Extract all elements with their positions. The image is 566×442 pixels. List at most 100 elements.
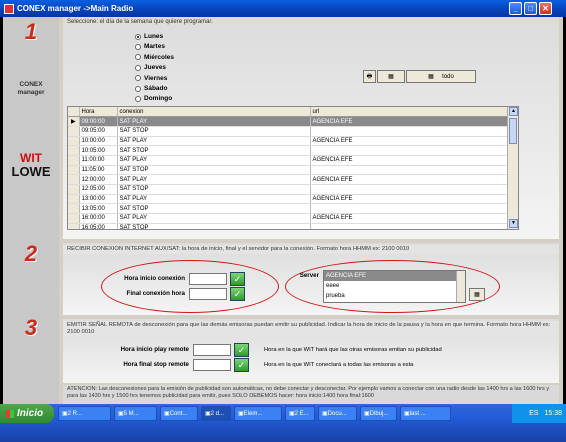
print-button[interactable]: 🖶 bbox=[363, 70, 376, 83]
table-row[interactable]: 12:00:00 SAT PLAY AGENCIA EFE bbox=[68, 174, 508, 185]
cell-conexion[interactable]: SAT PLAY bbox=[117, 116, 311, 127]
cell-hora[interactable]: 16:00:00 bbox=[79, 213, 118, 224]
server-option[interactable]: eeee bbox=[324, 281, 465, 291]
cell-conexion[interactable]: SAT STOP bbox=[117, 165, 311, 176]
cell-conexion[interactable]: SAT STOP bbox=[117, 223, 311, 229]
cell-conexion[interactable]: SAT STOP bbox=[117, 126, 311, 137]
radio-dot-icon bbox=[135, 75, 141, 82]
cell-url[interactable]: AGENCIA EFE bbox=[310, 194, 508, 205]
cell-hora[interactable]: 13:05:00 bbox=[79, 203, 118, 215]
day-radio-4[interactable]: Viernes bbox=[135, 75, 167, 82]
table-row[interactable]: 11:05:00 SAT STOP bbox=[68, 165, 508, 176]
table-row[interactable]: 13:00:00 SAT PLAY AGENCIA EFE bbox=[68, 194, 508, 205]
play-remote-input[interactable] bbox=[193, 344, 231, 356]
taskbar-item[interactable]: ▣ Docu... bbox=[318, 406, 357, 421]
cell-url[interactable] bbox=[310, 165, 508, 176]
table-row[interactable]: 10:05:00 SAT STOP bbox=[68, 145, 508, 156]
confirm-stop-button[interactable]: ✓ bbox=[234, 358, 249, 372]
cell-hora[interactable]: 09:05:00 bbox=[79, 126, 118, 137]
cell-hora[interactable]: 11:00:00 bbox=[79, 155, 118, 166]
table-row[interactable]: 13:05:00 SAT STOP bbox=[68, 203, 508, 215]
start-button[interactable]: Inicio bbox=[0, 404, 54, 423]
day-radio-0[interactable]: Lunes bbox=[135, 33, 163, 40]
cell-hora[interactable]: 16:05:00 bbox=[79, 223, 118, 229]
day-radio-2[interactable]: Miércoles bbox=[135, 54, 174, 61]
cell-conexion[interactable]: SAT STOP bbox=[117, 184, 311, 195]
cell-hora[interactable]: 09:00:00 bbox=[79, 116, 118, 127]
row-indicator bbox=[68, 213, 80, 224]
server-scrollbar[interactable] bbox=[456, 271, 465, 302]
language-indicator[interactable]: ES bbox=[529, 410, 538, 417]
inicio-conexion-input[interactable] bbox=[189, 273, 227, 285]
grid-scrollbar[interactable]: ▲ ▼ bbox=[507, 107, 518, 229]
scroll-up-arrow[interactable]: ▲ bbox=[509, 107, 518, 116]
cell-url[interactable]: AGENCIA EFE bbox=[310, 174, 508, 185]
todo-button[interactable]: ▦ todo bbox=[406, 70, 476, 83]
schedule-grid[interactable]: Hora conexion url ▶ 09:00:00 SAT PLAY AGENC… bbox=[67, 106, 519, 230]
cell-url[interactable] bbox=[310, 126, 508, 137]
table-row[interactable]: 12:05:00 SAT STOP bbox=[68, 184, 508, 195]
cell-conexion[interactable]: SAT PLAY bbox=[117, 136, 311, 147]
cell-url[interactable]: AGENCIA EFE bbox=[310, 136, 508, 147]
table-row[interactable]: 10:00:00 SAT PLAY AGENCIA EFE bbox=[68, 136, 508, 147]
cell-hora[interactable]: 12:00:00 bbox=[79, 174, 118, 185]
cell-conexion[interactable]: SAT STOP bbox=[117, 145, 311, 156]
cell-url[interactable] bbox=[310, 184, 508, 195]
cell-conexion[interactable]: SAT STOP bbox=[117, 203, 311, 215]
row-indicator bbox=[68, 174, 80, 185]
cell-hora[interactable]: 11:05:00 bbox=[79, 165, 118, 176]
cell-url[interactable] bbox=[310, 145, 508, 156]
taskbar-item[interactable]: ▣ 5 M... bbox=[114, 406, 157, 421]
taskbar-item[interactable]: ▣ last ... bbox=[400, 406, 451, 421]
maximize-button[interactable]: □ bbox=[524, 2, 537, 15]
taskbar-item[interactable]: ▣ Cont... bbox=[160, 406, 198, 421]
cell-hora[interactable]: 10:05:00 bbox=[79, 145, 118, 156]
schedule-table: Hora conexion url ▶ 09:00:00 SAT PLAY AGENC… bbox=[68, 107, 508, 229]
final-conexion-input[interactable] bbox=[189, 288, 227, 300]
day-radio-5[interactable]: Sábado bbox=[135, 85, 167, 92]
table-row[interactable]: 11:00:00 SAT PLAY AGENCIA EFE bbox=[68, 155, 508, 166]
cell-hora[interactable]: 12:05:00 bbox=[79, 184, 118, 195]
cell-hora[interactable]: 10:00:00 bbox=[79, 136, 118, 147]
confirm-final-button[interactable]: ✓ bbox=[230, 287, 245, 301]
taskbar-item[interactable]: ▣ 2 E... bbox=[285, 406, 315, 421]
cell-url[interactable]: AGENCIA EFE bbox=[310, 155, 508, 166]
taskbar-item[interactable]: ▣ Dibuj... bbox=[360, 406, 397, 421]
grid-tool-button[interactable]: ▦ bbox=[377, 70, 405, 83]
cell-conexion[interactable]: SAT PLAY bbox=[117, 174, 311, 185]
server-option[interactable]: AGENCIA EFE bbox=[324, 271, 456, 281]
table-row[interactable]: 16:05:00 SAT STOP bbox=[68, 223, 508, 229]
inicio-conexion-label: Hora inicio conexión bbox=[124, 275, 185, 282]
start-label: Inicio bbox=[17, 408, 44, 419]
cell-conexion[interactable]: SAT PLAY bbox=[117, 194, 311, 205]
server-listbox[interactable]: AGENCIA EFE eeee prueba bbox=[323, 270, 466, 303]
cell-url[interactable] bbox=[310, 223, 508, 229]
close-button[interactable]: ✕ bbox=[539, 2, 552, 15]
row-indicator bbox=[68, 184, 80, 195]
cell-url[interactable]: AGENCIA EFE bbox=[310, 116, 508, 127]
server-option[interactable]: prueba bbox=[324, 291, 465, 301]
table-row[interactable]: ▶ 09:00:00 SAT PLAY AGENCIA EFE bbox=[68, 116, 508, 127]
cell-url[interactable]: AGENCIA EFE bbox=[310, 213, 508, 224]
scroll-thumb[interactable] bbox=[509, 118, 517, 144]
day-radio-3[interactable]: Jueves bbox=[135, 64, 166, 71]
cell-conexion[interactable]: SAT PLAY bbox=[117, 155, 311, 166]
day-radio-1[interactable]: Martes bbox=[135, 43, 165, 50]
stop-remote-label: Hora final stop remote bbox=[123, 361, 189, 368]
table-row[interactable]: 16:00:00 SAT PLAY AGENCIA EFE bbox=[68, 213, 508, 224]
scroll-down-arrow[interactable]: ▼ bbox=[509, 219, 518, 228]
stop-remote-input[interactable] bbox=[193, 359, 231, 371]
server-config-button[interactable]: ▦ bbox=[469, 288, 485, 301]
taskbar-item[interactable]: ▣ 2 d... bbox=[201, 406, 231, 421]
confirm-play-button[interactable]: ✓ bbox=[234, 343, 249, 357]
table-row[interactable]: 09:05:00 SAT STOP bbox=[68, 126, 508, 137]
confirm-inicio-button[interactable]: ✓ bbox=[230, 272, 245, 286]
cell-url[interactable] bbox=[310, 203, 508, 215]
day-radio-6[interactable]: Domingo bbox=[135, 95, 172, 102]
cell-hora[interactable]: 13:00:00 bbox=[79, 194, 118, 205]
cell-conexion[interactable]: SAT PLAY bbox=[117, 213, 311, 224]
taskbar-item[interactable]: ▣ 2 R... bbox=[58, 406, 111, 421]
row-indicator bbox=[68, 223, 80, 229]
taskbar-item[interactable]: ▣ Elem... bbox=[234, 406, 282, 421]
minimize-button[interactable]: _ bbox=[509, 2, 522, 15]
